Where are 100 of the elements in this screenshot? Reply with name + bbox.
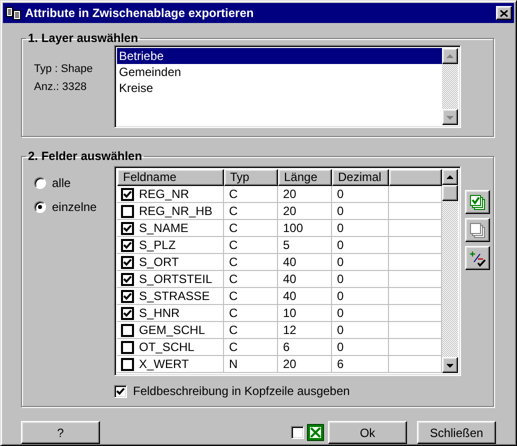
check-all-button[interactable] [465,190,490,214]
table-cell: 0 [332,322,389,339]
radio-button[interactable] [34,177,46,189]
table-cell: C [224,271,278,288]
table-cell: REG_NR_HB [139,203,212,219]
checkbox[interactable] [114,384,127,398]
table-cell: C [224,220,278,237]
type-label: Typ : Shape [34,63,94,75]
scrollbar[interactable] [442,169,458,373]
scroll-down-button[interactable] [442,109,458,125]
close-dialog-button[interactable]: Schließen [417,421,496,444]
pages-icon [469,222,486,238]
table-cell: 5 [278,237,332,254]
row-checkbox[interactable] [121,324,134,336]
up-arrow-icon [446,52,454,60]
row-checkbox[interactable] [121,204,134,218]
close-icon [500,10,508,16]
spreadsheet-icon [307,424,324,441]
row-checkbox[interactable] [121,188,134,200]
table-cell: 20 [278,356,332,373]
header-option[interactable]: Feldbeschreibung in Kopfzeile ausgeben [114,384,461,398]
table-cell: X_WERT [139,356,189,372]
row-checkbox[interactable] [121,256,134,268]
radio-option[interactable]: alle [34,176,114,190]
row-checkbox[interactable] [121,290,134,302]
table-cell: C [224,203,278,220]
table-cell: 0 [332,339,389,356]
table-cell: N [224,356,278,373]
table-cell: 20 [278,186,332,203]
table-cell: 0 [332,288,389,305]
table-cell: 20 [278,203,332,220]
table-cell: S_NAME [139,220,188,236]
layer-list[interactable]: Betriebe Gemeinden Kreise [114,45,461,128]
table-cell: 0 [332,254,389,271]
table-cell: C [224,237,278,254]
column-header[interactable]: Typ [224,169,278,186]
group-title: 1. Layer auswählen [27,31,140,45]
table-cell: 0 [332,186,389,203]
table-cell: C [224,254,278,271]
table-cell: S_ORTSTEIL [139,271,212,287]
table-cell: 6 [278,339,332,356]
table-cell: GEM_SCHL [139,322,206,338]
count-label: Anz.: 3328 [34,81,88,93]
table-cell: 12 [278,322,332,339]
uncheck-all-button[interactable] [465,218,490,242]
table-cell: REG_NR [139,186,190,202]
table-cell: S_HNR [139,305,180,321]
scroll-up-button[interactable] [442,48,458,64]
table-cell: 40 [278,271,332,288]
column-header[interactable]: Länge [278,169,332,186]
table-cell: S_STRASSE [139,288,210,304]
row-checkbox[interactable] [121,358,134,370]
table-cell: S_PLZ [139,237,176,253]
layer-list-item[interactable]: Gemeinden [117,64,442,80]
close-button[interactable] [496,6,512,20]
table-cell: C [224,305,278,322]
window-title: Attribute in Zwischenablage exportieren [25,6,255,20]
scroll-down-button[interactable] [442,357,458,373]
table-cell: 0 [332,203,389,220]
column-header[interactable]: Feldname [117,169,224,186]
table-cell: 40 [278,288,332,305]
fields-table[interactable]: Feldname Typ Länge Dezimal REG_NR C 20 0 REG_NR_HB C 20 0 S_NAME C 100 0 S_PLZ C 5 0 S_ORT C 40 0 S_ORTSTEIL C 40 0 S_STRASSE C 40 0 S_HNR C 10 0 GEM_SCHL C 12 0 OT_SCHL C 6 0 X_WERT N 20 6 [114,166,461,376]
group-title: 2. Felder auswählen [27,149,144,163]
invert-selection-button[interactable] [465,246,490,270]
help-button[interactable]: ? [21,421,100,444]
layer-list-item[interactable]: Kreise [117,80,442,96]
table-cell: C [224,288,278,305]
row-checkbox[interactable] [121,340,134,354]
table-cell: 6 [332,356,389,373]
row-checkbox[interactable] [121,306,134,320]
scroll-thumb[interactable] [442,185,458,201]
down-arrow-icon [446,114,454,120]
table-cell: OT_SCHL [139,339,194,355]
table-cell: 0 [332,305,389,322]
table-cell: 100 [278,220,332,237]
radio-option[interactable]: einzelne [34,200,114,214]
checked-pages-icon [469,194,486,210]
plus-minus-check-icon [469,250,486,266]
table-cell: 40 [278,254,332,271]
row-checkbox[interactable] [121,222,134,234]
scroll-up-button[interactable] [442,169,458,185]
table-cell: C [224,322,278,339]
column-header [389,169,442,186]
radio-button[interactable] [34,201,46,213]
table-cell: C [224,186,278,203]
scrollbar[interactable] [442,48,458,125]
table-cell: 0 [332,237,389,254]
checkbox[interactable] [291,426,304,439]
column-header[interactable]: Dezimal [332,169,389,186]
row-checkbox[interactable] [121,238,134,252]
layer-list-item[interactable]: Betriebe [117,48,442,64]
table-cell: 0 [332,220,389,237]
ok-button[interactable]: Ok [328,421,407,444]
table-cell: S_ORT [139,254,179,270]
clipboard-icon [6,6,21,20]
row-checkbox[interactable] [121,272,134,286]
down-arrow-icon [446,362,454,368]
table-cell: 10 [278,305,332,322]
table-cell: C [224,339,278,356]
table-cell: 0 [332,271,389,288]
